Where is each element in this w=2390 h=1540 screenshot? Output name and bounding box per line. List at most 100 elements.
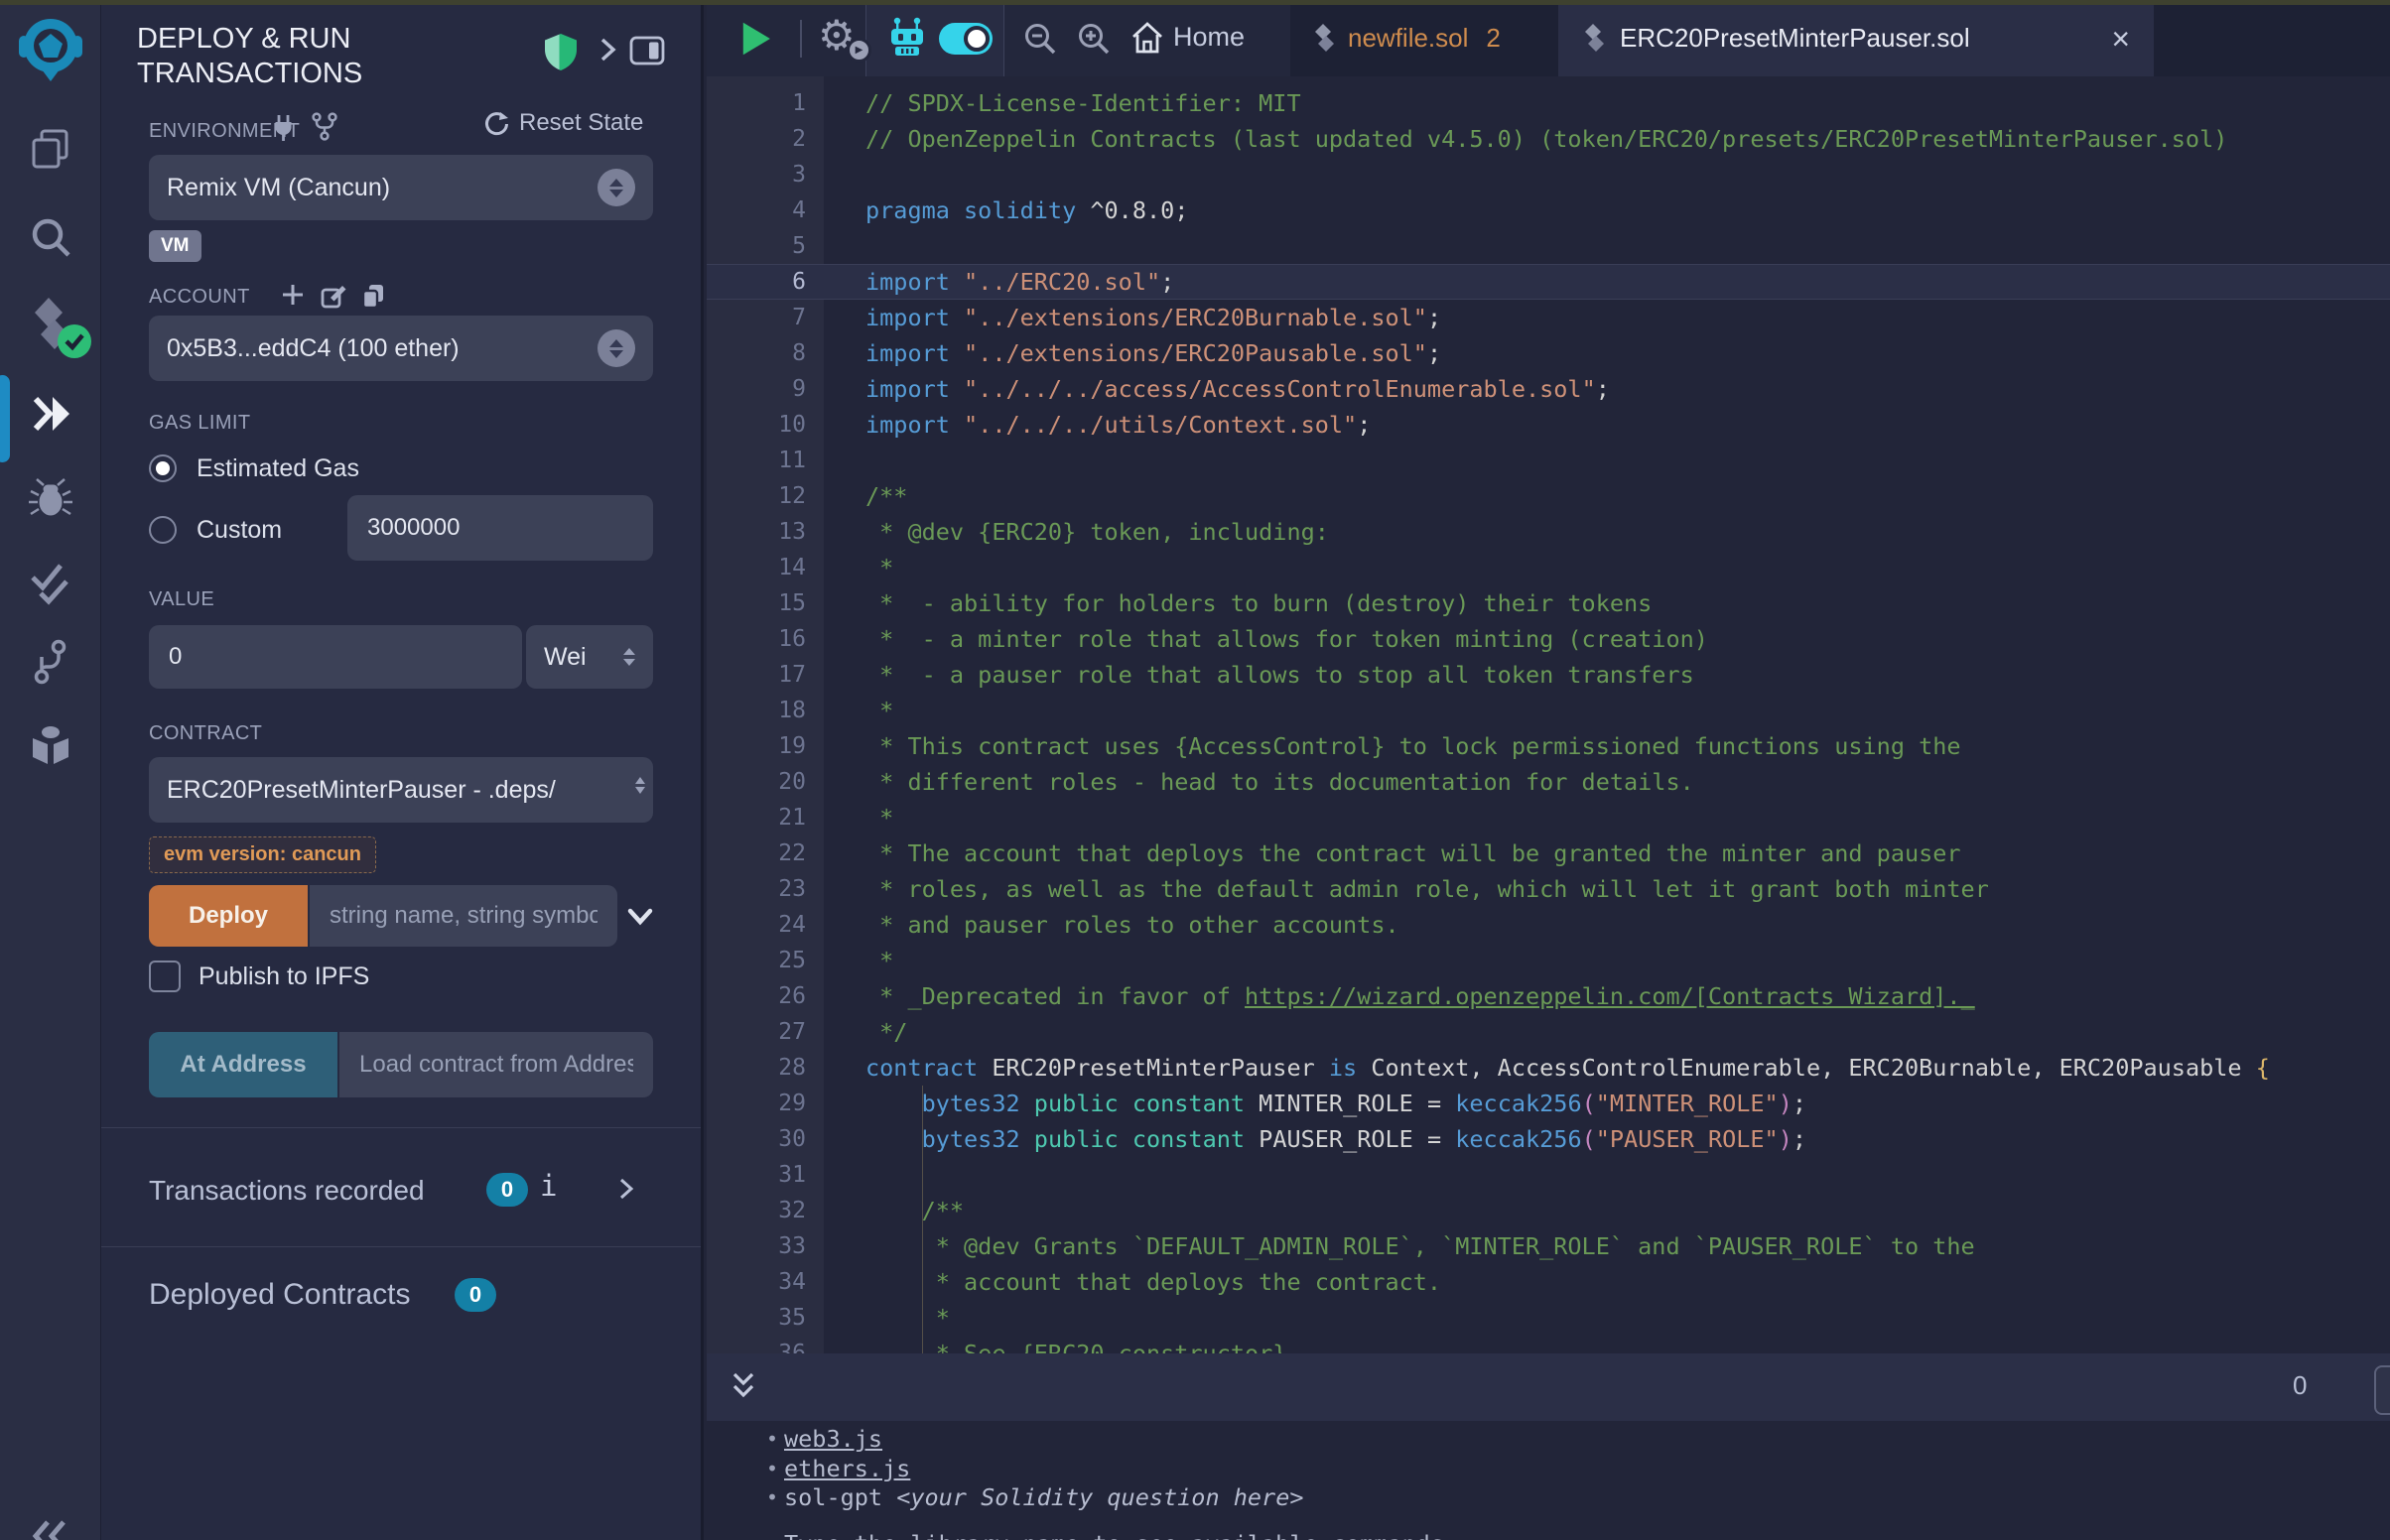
environment-select[interactable]: Remix VM (Cancun) (149, 155, 653, 220)
terminal-line: •web3.js (707, 1425, 2390, 1455)
reset-state-button[interactable]: Reset State (482, 109, 643, 137)
add-account-icon[interactable] (280, 282, 306, 308)
publish-ipfs-label: Publish to IPFS (199, 962, 369, 991)
line-number: 15 (707, 585, 806, 621)
select-arrows-icon (598, 169, 635, 206)
code-line: * different roles - head to its document… (865, 764, 2270, 800)
code-line: import "../extensions/ERC20Burnable.sol"… (865, 300, 2270, 335)
run-script-icon[interactable] (736, 20, 774, 58)
zoom-out-icon[interactable] (1022, 21, 1058, 57)
ai-copilot-robot-icon[interactable] (885, 16, 929, 60)
account-select[interactable]: 0x5B3...eddC4 (100 ether) (149, 316, 653, 381)
terminal-link[interactable]: web3.js (784, 1425, 882, 1453)
line-number: 8 (707, 335, 806, 371)
debugger-icon[interactable] (0, 474, 100, 522)
publish-ipfs-checkbox[interactable] (149, 961, 181, 992)
code-line: bytes32 public constant MINTER_ROLE = ke… (865, 1086, 2270, 1121)
code-line: /** (865, 1193, 2270, 1228)
terminal-toolbar[interactable]: 0 (707, 1353, 2390, 1421)
line-number: 35 (707, 1300, 806, 1336)
home-tab-label[interactable]: Home (1173, 22, 1245, 53)
tab-newfile[interactable]: newfile.sol 2 (1290, 0, 1580, 76)
expand-deploy-icon[interactable] (625, 901, 655, 931)
script-play-badge: ▶ (847, 38, 871, 63)
fork-state-icon[interactable] (310, 111, 339, 143)
evm-version-badge: evm version: cancun (149, 836, 376, 873)
panel-title: DEPLOY & RUN TRANSACTIONS (137, 22, 484, 91)
remix-logo-icon (15, 12, 86, 83)
environment-selected: Remix VM (Cancun) (167, 174, 390, 202)
value-label: VALUE (149, 588, 214, 611)
section-divider (101, 1127, 701, 1128)
terminal-output: •web3.js•ethers.js•sol-gpt <your Solidit… (707, 1421, 2390, 1540)
terminal-panel: 0 •web3.js•ethers.js•sol-gpt <your Solid… (707, 1353, 2390, 1540)
zoom-in-icon[interactable] (1076, 21, 1112, 57)
code-line: import "../extensions/ERC20Pausable.sol"… (865, 335, 2270, 371)
account-selected: 0x5B3...eddC4 (100 ether) (167, 334, 460, 363)
search-icon[interactable] (0, 214, 100, 260)
compile-run-script-icon[interactable]: ⚙ ▶ (818, 15, 863, 61)
constructor-args-input[interactable] (310, 885, 617, 947)
value-input[interactable] (149, 625, 522, 689)
close-tab-icon[interactable]: × (2111, 23, 2130, 55)
expand-transactions-icon[interactable] (615, 1177, 637, 1201)
at-address-input[interactable] (339, 1032, 653, 1097)
copilot-toggle[interactable] (939, 23, 993, 55)
line-number: 28 (707, 1050, 806, 1086)
contract-selected: ERC20PresetMinterPauser - .deps/ (167, 776, 556, 805)
deployed-count-badge: 0 (455, 1278, 496, 1312)
line-number: 12 (707, 478, 806, 514)
bullet-icon: • (766, 1425, 778, 1455)
value-unit-select[interactable]: Wei (526, 625, 653, 689)
pending-transactions-count: 0 (2293, 1370, 2307, 1401)
bullet-icon: • (766, 1483, 778, 1513)
contract-label: CONTRACT (149, 722, 262, 745)
file-explorer-icon[interactable] (0, 125, 100, 173)
terminal-text: sol-gpt (784, 1483, 896, 1511)
line-number: 26 (707, 978, 806, 1014)
collapse-panel-icon[interactable] (596, 36, 621, 64)
line-number: 14 (707, 550, 806, 585)
pin-panel-icon[interactable] (629, 34, 666, 67)
sign-message-icon[interactable] (320, 282, 347, 310)
collapse-icon[interactable] (0, 1516, 100, 1540)
transactions-recorded-section[interactable]: Transactions recorded 0 i (101, 1151, 704, 1246)
copy-account-icon[interactable] (359, 282, 387, 310)
line-number-gutter[interactable]: 1234567891011121314151617181920212223242… (707, 85, 806, 1353)
plugin-manager-icon[interactable] (0, 722, 100, 772)
contract-select[interactable]: ERC20PresetMinterPauser - .deps/ (149, 757, 653, 823)
plug-icon[interactable] (270, 113, 297, 143)
deploy-button[interactable]: Deploy (149, 885, 308, 947)
deploy-and-run-icon[interactable] (0, 391, 100, 437)
home-icon[interactable] (1129, 20, 1165, 56)
refresh-icon (482, 110, 509, 137)
info-icon[interactable]: i (540, 1169, 557, 1203)
custom-gas-radio[interactable] (149, 516, 177, 544)
remix-logo[interactable] (0, 12, 100, 83)
code-viewport: 1234567891011121314151617181920212223242… (707, 76, 2390, 1353)
terminal-filter-box[interactable] (2374, 1365, 2390, 1415)
code-editor[interactable]: // SPDX-License-Identifier: MIT// OpenZe… (865, 85, 2270, 1353)
line-number: 17 (707, 657, 806, 693)
code-line: */ (865, 1014, 2270, 1050)
line-number: 11 (707, 443, 806, 478)
line-number: 27 (707, 1014, 806, 1050)
deploy-run-panel: DEPLOY & RUN TRANSACTIONS ENVIRONMENT (101, 0, 704, 1540)
line-number: 1 (707, 85, 806, 121)
expand-terminal-icon[interactable] (727, 1369, 760, 1405)
git-icon[interactable] (0, 637, 100, 687)
line-number: 30 (707, 1121, 806, 1157)
code-line: * The account that deploys the contract … (865, 835, 2270, 871)
tab-erc20presetminterpauser[interactable]: ERC20PresetMinterPauser.sol × (1558, 0, 2154, 76)
custom-gas-input[interactable] (347, 495, 653, 561)
at-address-button[interactable]: At Address (149, 1032, 337, 1097)
line-number: 23 (707, 871, 806, 907)
code-line: * (865, 693, 2270, 728)
bullet-icon: • (766, 1455, 778, 1484)
terminal-link[interactable]: ethers.js (784, 1455, 910, 1482)
line-number: 10 (707, 407, 806, 443)
estimated-gas-radio[interactable] (149, 454, 177, 482)
code-line: * - ability for holders to burn (destroy… (865, 585, 2270, 621)
unit-testing-icon[interactable] (0, 560, 100, 607)
solidity-compiler-icon[interactable] (0, 296, 100, 351)
